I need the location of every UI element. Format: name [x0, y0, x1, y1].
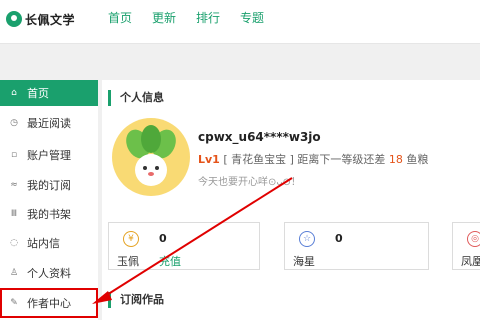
sidebar-item-profile[interactable]: ♙ 个人资料 [0, 260, 98, 286]
sidebar-item-label: 个人资料 [27, 267, 71, 280]
nav-updates[interactable]: 更新 [152, 9, 176, 26]
yupei-icon: ¥ [123, 231, 139, 247]
sidebar-item-messages[interactable]: ◌ 站内信 [0, 230, 98, 256]
stat-card-fengling: ◎ 凤凰 [452, 222, 480, 270]
bookshelf-icon: Ⅲ [10, 209, 18, 219]
level-title: [ 青花鱼宝宝 ] [223, 153, 294, 166]
profile-motto: 今天也要开心咩⊙ᴗ⊙！ [198, 177, 301, 188]
cabbage-mascot-icon [126, 125, 176, 186]
recharge-link[interactable]: 充值 [159, 253, 181, 269]
rss-icon: ≈ [10, 180, 18, 190]
sidebar-item-subscriptions[interactable]: ≈ 我的订阅 [0, 172, 98, 198]
person-icon: ♙ [9, 268, 19, 278]
next-level-unit: 鱼粮 [406, 153, 429, 166]
fengling-icon: ◎ [467, 231, 480, 247]
avatar[interactable] [112, 118, 190, 196]
pencil-icon: ✎ [10, 298, 18, 308]
sidebar-item-label: 我的书架 [27, 208, 71, 221]
top-header: 长佩文学 首页 更新 排行 专题 [0, 0, 480, 44]
username: cpwx_u64****w3jo [198, 130, 321, 144]
sidebar-item-label: 作者中心 [27, 297, 71, 310]
sidebar-item-label: 站内信 [27, 237, 60, 250]
site-logo[interactable]: 长佩文学 [6, 8, 75, 30]
haixing-label: 海星 [293, 255, 315, 268]
nav-ranking[interactable]: 排行 [196, 9, 220, 26]
fengling-label: 凤凰 [461, 255, 480, 268]
level-badge: Lv1 [198, 153, 220, 166]
stat-card-yupei: ¥ 0 玉佩 充值 [108, 222, 260, 270]
section-title-subscriptions: 订阅作品 [108, 292, 164, 308]
main-panel: 个人信息 cpwx_u64****w3jo Lv1 [ 青花鱼宝宝 ] 距离下一… [102, 80, 480, 320]
sidebar-item-label: 我的订阅 [27, 179, 71, 192]
yupei-value: 0 [159, 232, 167, 245]
account-icon: ▫ [10, 150, 18, 160]
yupei-label: 玉佩 [117, 255, 139, 268]
logo-icon [6, 11, 22, 27]
sidebar: ⌂ 首页 ◷ 最近阅读 ▫ 账户管理 ≈ 我的订阅 Ⅲ 我的书架 ◌ 站内信 ♙… [0, 80, 98, 320]
next-level-amount: 18 [388, 153, 403, 166]
sidebar-item-account[interactable]: ▫ 账户管理 [0, 142, 98, 168]
sidebar-item-label: 最近阅读 [27, 117, 71, 130]
next-level-text: 距离下一等级还差 [297, 153, 386, 166]
star-icon: ☆ [299, 231, 315, 247]
haixing-value: 0 [335, 232, 343, 245]
logo-text: 长佩文学 [25, 12, 76, 27]
clock-icon: ◷ [10, 118, 18, 128]
nav-home[interactable]: 首页 [108, 9, 132, 26]
nav-topics[interactable]: 专题 [240, 9, 264, 26]
sidebar-item-label: 首页 [27, 87, 49, 100]
section-title-profile: 个人信息 [108, 90, 164, 106]
stat-card-haixing: ☆ 0 海星 [284, 222, 429, 270]
sidebar-item-recent-reading[interactable]: ◷ 最近阅读 [0, 110, 98, 136]
home-icon: ⌂ [11, 88, 17, 98]
sidebar-item-bookshelf[interactable]: Ⅲ 我的书架 [0, 201, 98, 227]
sidebar-item-label: 账户管理 [27, 149, 71, 162]
level-info: Lv1 [ 青花鱼宝宝 ] 距离下一等级还差 18 鱼粮 [198, 151, 428, 167]
sidebar-item-author-center[interactable]: ✎ 作者中心 [0, 288, 98, 318]
message-icon: ◌ [10, 238, 18, 248]
main-nav: 首页 更新 排行 专题 [108, 9, 284, 26]
sidebar-item-home[interactable]: ⌂ 首页 [0, 80, 98, 106]
